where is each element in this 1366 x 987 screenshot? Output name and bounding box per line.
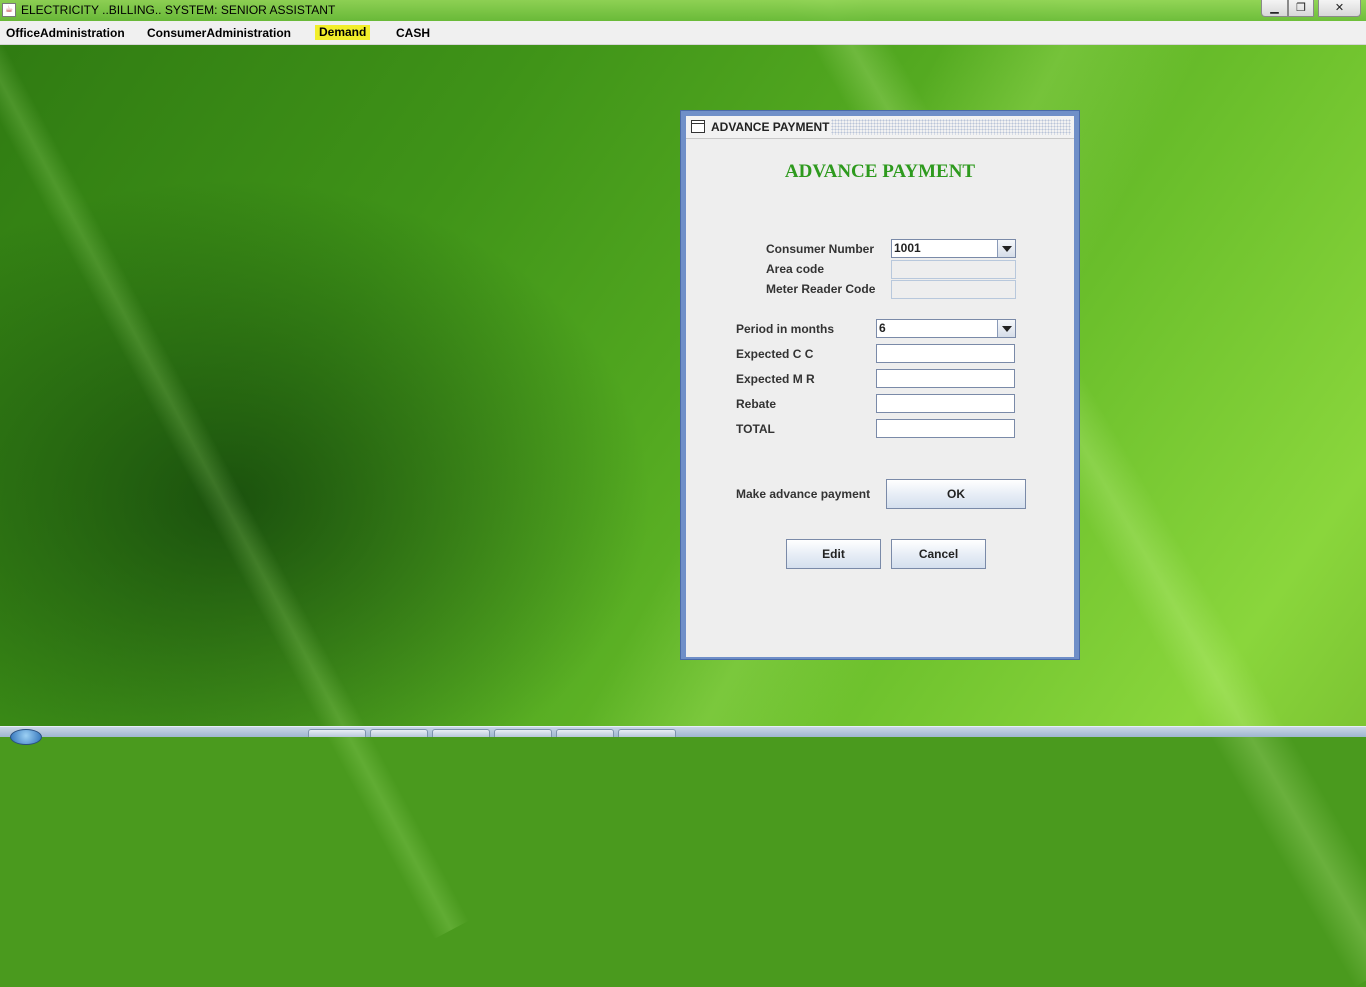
consumer-number-label: Consumer Number <box>766 242 875 256</box>
ok-button[interactable]: OK <box>886 479 1026 509</box>
expected-mr-label: Expected M R <box>736 372 815 386</box>
rebate-label: Rebate <box>736 397 777 411</box>
total-label: TOTAL <box>736 422 775 436</box>
menu-office-administration[interactable]: OfficeAdministration <box>6 26 125 40</box>
period-value: 6 <box>879 321 886 335</box>
chevron-down-icon[interactable] <box>997 240 1015 257</box>
dialog-body: ADVANCE PAYMENT Consumer Number 1001 Are… <box>686 139 1074 657</box>
close-button[interactable]: ✕ <box>1318 0 1361 17</box>
taskbar <box>0 726 1366 745</box>
period-combo[interactable]: 6 <box>876 319 1016 338</box>
advance-payment-dialog: ADVANCE PAYMENT ADVANCE PAYMENT Consumer… <box>680 110 1080 660</box>
window-titlebar: ☕ ELECTRICITY ..BILLING.. SYSTEM: SENIOR… <box>0 0 1366 21</box>
window-icon <box>691 120 705 133</box>
start-button[interactable] <box>10 729 42 745</box>
make-advance-payment-label: Make advance payment <box>736 487 871 501</box>
total-input[interactable] <box>876 419 1015 438</box>
cancel-button[interactable]: Cancel <box>891 539 986 569</box>
maximize-button[interactable]: ❐ <box>1288 0 1314 17</box>
meter-reader-code-label: Meter Reader Code <box>766 282 876 296</box>
menu-consumer-administration[interactable]: ConsumerAdministration <box>147 26 291 40</box>
window-title: ELECTRICITY ..BILLING.. SYSTEM: SENIOR A… <box>21 3 336 17</box>
expected-mr-input[interactable] <box>876 369 1015 388</box>
menu-demand[interactable]: Demand <box>315 25 371 40</box>
meter-reader-code-field <box>891 280 1016 299</box>
titlebar-grip <box>831 119 1071 135</box>
edit-button[interactable]: Edit <box>786 539 881 569</box>
consumer-number-combo[interactable]: 1001 <box>891 239 1016 258</box>
period-label: Period in months <box>736 322 835 336</box>
expected-cc-label: Expected C C <box>736 347 814 361</box>
dialog-titlebar[interactable]: ADVANCE PAYMENT <box>686 116 1074 139</box>
minimize-button[interactable]: ▁ <box>1261 0 1288 17</box>
background-streak <box>0 0 470 940</box>
menu-bar: OfficeAdministration ConsumerAdministrat… <box>0 21 1366 45</box>
dialog-title: ADVANCE PAYMENT <box>711 120 830 134</box>
chevron-down-icon[interactable] <box>997 320 1015 337</box>
menu-cash[interactable]: CASH <box>396 26 430 40</box>
area-code-field <box>891 260 1016 279</box>
rebate-input[interactable] <box>876 394 1015 413</box>
expected-cc-input[interactable] <box>876 344 1015 363</box>
area-code-label: Area code <box>766 262 825 276</box>
dialog-heading: ADVANCE PAYMENT <box>784 161 976 182</box>
consumer-number-value: 1001 <box>894 241 921 255</box>
java-app-icon: ☕ <box>2 3 16 17</box>
